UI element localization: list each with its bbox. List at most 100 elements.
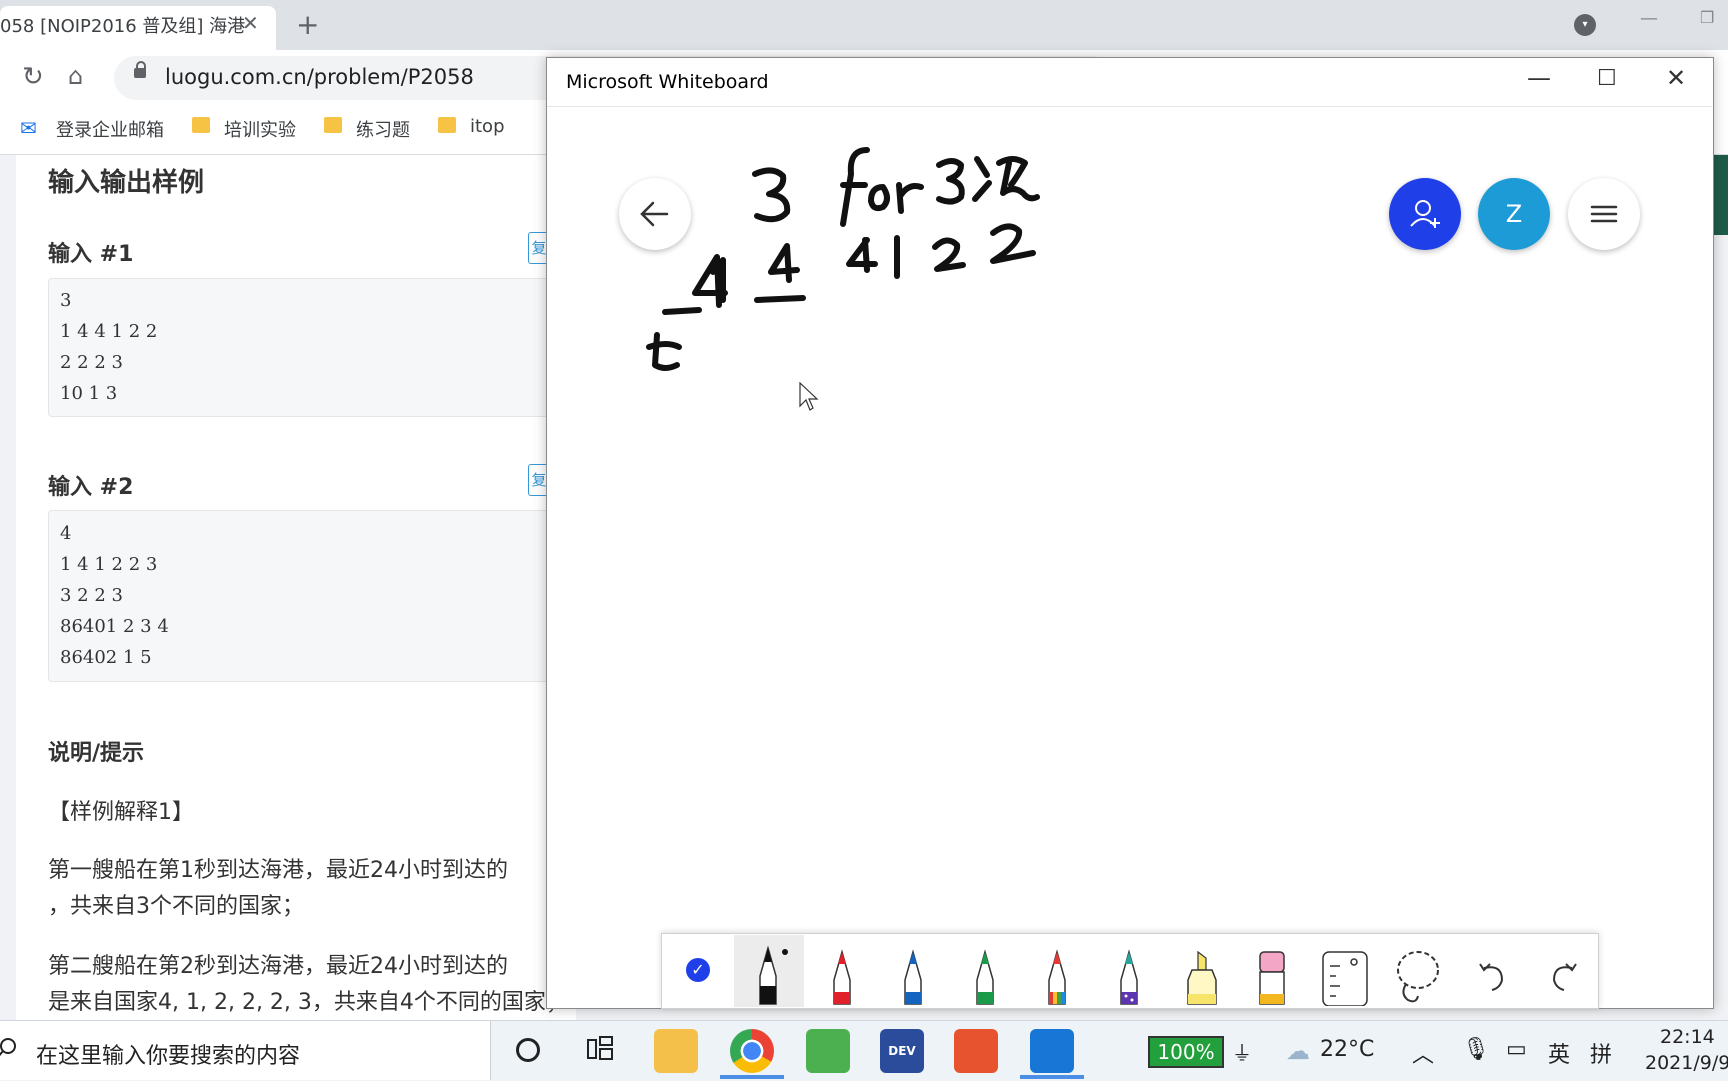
- ink-stroke: [752, 167, 791, 223]
- minimize-icon[interactable]: —: [1527, 64, 1551, 92]
- undo-icon[interactable]: [1474, 956, 1510, 992]
- eraser-icon[interactable]: [1252, 946, 1292, 1006]
- battery-indicator[interactable]: 100%: [1148, 1036, 1224, 1068]
- bookmark-mail[interactable]: 登录企业邮箱: [56, 116, 164, 142]
- browser-restore-icon[interactable]: ❐: [1700, 8, 1714, 27]
- recorder-icon[interactable]: [954, 1029, 998, 1073]
- hint-paragraph: 是来自国家4, 1, 2, 2, 2, 3，共来自4个不同的国家；: [48, 990, 568, 1015]
- plug-icon: ⏚: [1232, 1041, 1252, 1065]
- ink-stroke: [646, 332, 682, 371]
- select-check-icon[interactable]: ✓: [686, 958, 710, 982]
- search-input[interactable]: 在这里输入你要搜索的内容: [36, 1038, 300, 1070]
- ime-language[interactable]: 英: [1548, 1037, 1570, 1069]
- window-title: Microsoft Whiteboard: [566, 71, 769, 93]
- mail-icon: ✉: [20, 116, 37, 140]
- close-icon[interactable]: ✕: [1666, 64, 1686, 92]
- hint-title: 说明/提示: [48, 741, 145, 766]
- settings-menu-button[interactable]: [1568, 178, 1640, 250]
- page-sidebar-strip: [1712, 155, 1728, 235]
- microphone-icon[interactable]: 🎙: [1462, 1037, 1490, 1062]
- clock-date[interactable]: 2021/9/9: [1645, 1052, 1728, 1074]
- pen-rainbow-icon[interactable]: [1037, 946, 1077, 1006]
- ink-stroke: [846, 237, 878, 273]
- redo-icon[interactable]: [1546, 956, 1582, 992]
- lock-icon[interactable]: [134, 68, 146, 78]
- maximize-icon[interactable]: ☐: [1597, 66, 1617, 91]
- input1-label: 输入 #1: [48, 242, 134, 267]
- file-explorer-icon[interactable]: [654, 1029, 698, 1073]
- camtasia-icon[interactable]: [806, 1029, 850, 1073]
- ruler-icon[interactable]: [1320, 946, 1370, 1006]
- pen-red-icon[interactable]: [822, 946, 862, 1006]
- hint-subtitle: 【样例解释1】: [48, 800, 194, 825]
- tab-search-icon[interactable]: ▾: [1574, 14, 1596, 36]
- weather-icon[interactable]: ☁: [1286, 1037, 1310, 1065]
- tab-close-icon[interactable]: ✕: [242, 11, 259, 35]
- code-line: 3 2 2 3: [60, 585, 123, 606]
- network-icon[interactable]: ▭: [1506, 1037, 1527, 1062]
- user-avatar-button[interactable]: Z: [1478, 178, 1550, 250]
- pen-black-icon[interactable]: [748, 946, 788, 1006]
- ink-stroke: [896, 182, 924, 214]
- add-person-icon: [1410, 200, 1440, 228]
- hint-paragraph: 第二艘船在第2秒到达海港，最近24小时到达的: [48, 954, 508, 979]
- ink-stroke: [840, 147, 870, 227]
- folder-icon: [192, 117, 210, 133]
- hint-paragraph: 第一艘船在第1秒到达海港，最近24小时到达的: [48, 858, 508, 883]
- ink-stroke: [662, 307, 702, 315]
- bookmark-itop[interactable]: itop: [470, 116, 505, 137]
- whiteboard-app-icon[interactable]: [1030, 1029, 1074, 1073]
- samples-title: 输入输出样例: [48, 168, 205, 198]
- browser-minimize-icon[interactable]: —: [1640, 8, 1658, 29]
- reload-icon[interactable]: ↻: [22, 62, 44, 92]
- code-line: 4: [60, 523, 72, 544]
- task-view-icon[interactable]: [586, 1036, 614, 1062]
- chrome-icon[interactable]: [730, 1029, 774, 1073]
- sample-input-1: [48, 278, 570, 417]
- code-line: 1 4 4 1 2 2: [60, 321, 158, 342]
- devcpp-icon[interactable]: DEV: [880, 1029, 924, 1073]
- mouse-pointer-icon: [799, 382, 819, 411]
- temperature[interactable]: 22°C: [1320, 1037, 1374, 1062]
- active-app-indicator: [1020, 1075, 1084, 1079]
- code-line: 86402 1 5: [60, 647, 152, 668]
- hint-paragraph: ，共来自3个不同的国家；: [48, 894, 304, 919]
- cortana-icon[interactable]: [516, 1038, 540, 1062]
- active-app-indicator: [720, 1075, 784, 1079]
- arrow-left-icon: [640, 201, 669, 227]
- ink-stroke: [990, 223, 1036, 264]
- lasso-icon[interactable]: [1392, 946, 1444, 1006]
- home-icon[interactable]: ⌂: [68, 62, 83, 90]
- pen-galaxy-icon[interactable]: [1109, 946, 1149, 1006]
- ime-mode[interactable]: 拼: [1590, 1037, 1612, 1069]
- ink-stroke: [996, 156, 1040, 202]
- ink-stroke: [932, 237, 966, 272]
- clock-time[interactable]: 22:14: [1660, 1026, 1715, 1048]
- ink-stroke: [754, 295, 806, 303]
- code-line: 10 1 3: [60, 383, 118, 404]
- hamburger-icon: [1590, 205, 1618, 223]
- search-icon: [0, 1038, 16, 1057]
- folder-icon: [324, 117, 342, 133]
- tab-title: 058 [NOIP2016 普及组] 海港: [0, 16, 246, 37]
- code-line: 1 4 1 2 2 3: [60, 554, 158, 575]
- folder-icon: [438, 117, 456, 133]
- chevron-up-icon[interactable]: ︿: [1412, 1037, 1434, 1069]
- ink-stroke: [936, 158, 965, 205]
- url-text[interactable]: luogu.com.cn/problem/P2058: [165, 65, 474, 89]
- bookmark-training[interactable]: 培训实验: [224, 116, 296, 142]
- highlighter-icon[interactable]: [1178, 946, 1226, 1006]
- ink-stroke: [972, 156, 992, 202]
- pen-blue-icon[interactable]: [893, 946, 933, 1006]
- bookmark-exercises[interactable]: 练习题: [356, 116, 410, 142]
- ink-stroke: [868, 184, 890, 212]
- input2-label: 输入 #2: [48, 475, 134, 500]
- new-tab-button[interactable]: +: [296, 8, 319, 41]
- code-line: 3: [60, 290, 72, 311]
- code-line: 2 2 2 3: [60, 352, 123, 373]
- back-button[interactable]: [619, 178, 691, 250]
- code-line: 86401 2 3 4: [60, 616, 169, 637]
- ink-stroke: [768, 243, 800, 283]
- invite-button[interactable]: [1389, 178, 1461, 250]
- pen-green-icon[interactable]: [965, 946, 1005, 1006]
